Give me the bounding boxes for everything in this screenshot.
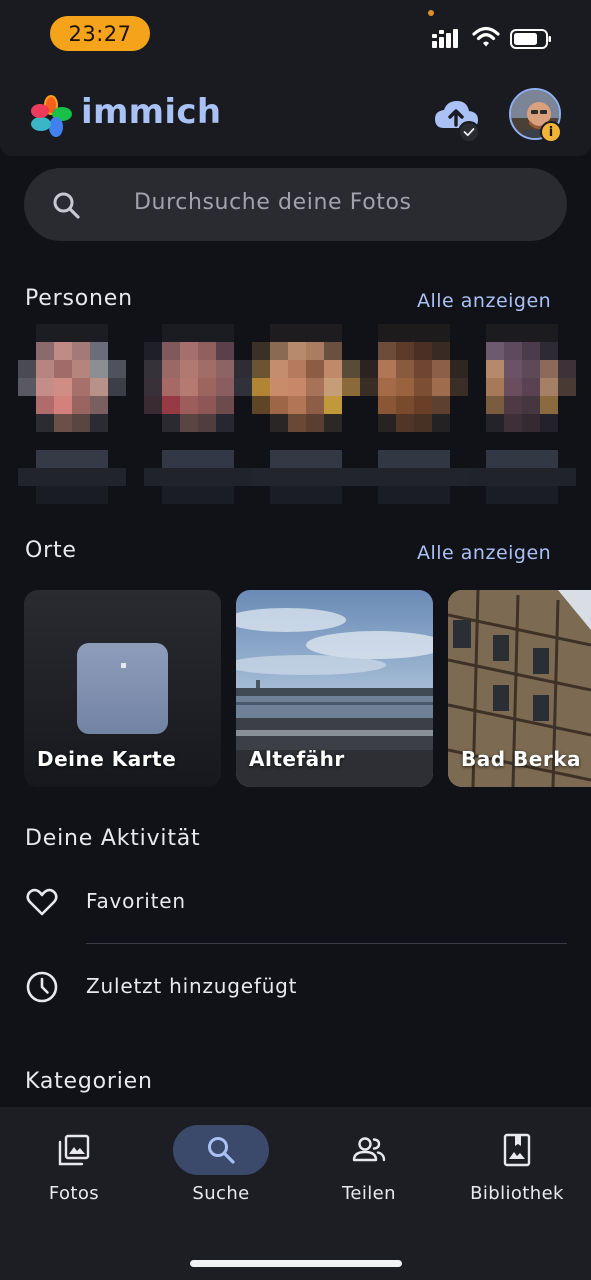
place-card-map[interactable]: Deine Karte: [24, 590, 221, 787]
place-label: Altefähr: [249, 747, 345, 771]
search-icon: [208, 1137, 235, 1164]
places-section-title: Orte: [25, 538, 77, 563]
nav-label: Bibliothek: [470, 1183, 564, 1204]
places-carousel: Deine Karte Altefähr Bad Berka: [24, 590, 591, 787]
heart-icon: [26, 888, 58, 916]
privacy-indicator-dot: [428, 10, 434, 16]
categories-section-title: Kategorien: [25, 1069, 153, 1094]
places-see-all-link[interactable]: Alle anzeigen: [417, 542, 551, 564]
person-thumbnail[interactable]: [18, 324, 126, 504]
library-icon: [503, 1133, 531, 1167]
nav-label: Teilen: [342, 1183, 396, 1204]
place-label: Bad Berka: [461, 747, 581, 771]
brand-wordmark: immich: [81, 92, 222, 132]
bottom-navigation: Fotos Suche Teilen Bibliothek: [0, 1107, 591, 1280]
person-thumbnail[interactable]: [144, 324, 252, 504]
activity-section-title: Deine Aktivität: [25, 826, 201, 851]
place-label: Deine Karte: [37, 747, 177, 771]
profile-avatar-button[interactable]: i: [509, 88, 563, 143]
place-card-altefaehr[interactable]: Altefähr: [236, 590, 433, 787]
status-bar: 23:27: [0, 0, 591, 70]
nav-label: Fotos: [48, 1183, 100, 1204]
place-card-bad-berka[interactable]: Bad Berka: [448, 590, 591, 787]
people-see-all-link[interactable]: Alle anzeigen: [417, 290, 551, 312]
backup-button[interactable]: [432, 94, 482, 143]
nav-tab-sharing[interactable]: Teilen: [304, 1125, 434, 1215]
wifi-icon: [472, 26, 500, 47]
search-icon: [53, 192, 80, 219]
person-thumbnail[interactable]: [360, 324, 468, 504]
cellular-signal-icon: [432, 29, 458, 48]
home-indicator[interactable]: [190, 1260, 402, 1267]
clock-icon: [26, 971, 58, 1003]
app-header: immich i: [0, 70, 591, 156]
person-thumbnail[interactable]: [468, 324, 576, 504]
battery-icon: [510, 29, 551, 49]
nav-tab-library[interactable]: Bibliothek: [452, 1125, 582, 1215]
list-divider: [86, 943, 567, 944]
recently-added-list-item[interactable]: Zuletzt hinzugefügt: [0, 957, 591, 1017]
people-icon: [352, 1137, 386, 1162]
nav-tab-search[interactable]: Suche: [156, 1125, 286, 1215]
people-section-title: Personen: [25, 286, 133, 311]
person-thumbnail[interactable]: [252, 324, 360, 504]
immich-logo-icon: [31, 95, 72, 137]
search-input[interactable]: Durchsuche deine Fotos: [24, 168, 567, 241]
photos-icon: [58, 1134, 90, 1166]
nav-tab-photos[interactable]: Fotos: [9, 1125, 139, 1215]
people-carousel: [18, 324, 591, 504]
favorites-label: Favoriten: [86, 889, 186, 913]
search-placeholder: Durchsuche deine Fotos: [134, 190, 412, 215]
status-time: 23:27: [50, 16, 150, 51]
cloud-upload-icon: [435, 101, 480, 143]
nav-label: Suche: [192, 1183, 250, 1204]
favorites-list-item[interactable]: Favoriten: [0, 872, 591, 932]
recently-added-label: Zuletzt hinzugefügt: [86, 974, 298, 998]
info-badge-icon: i: [540, 121, 562, 143]
